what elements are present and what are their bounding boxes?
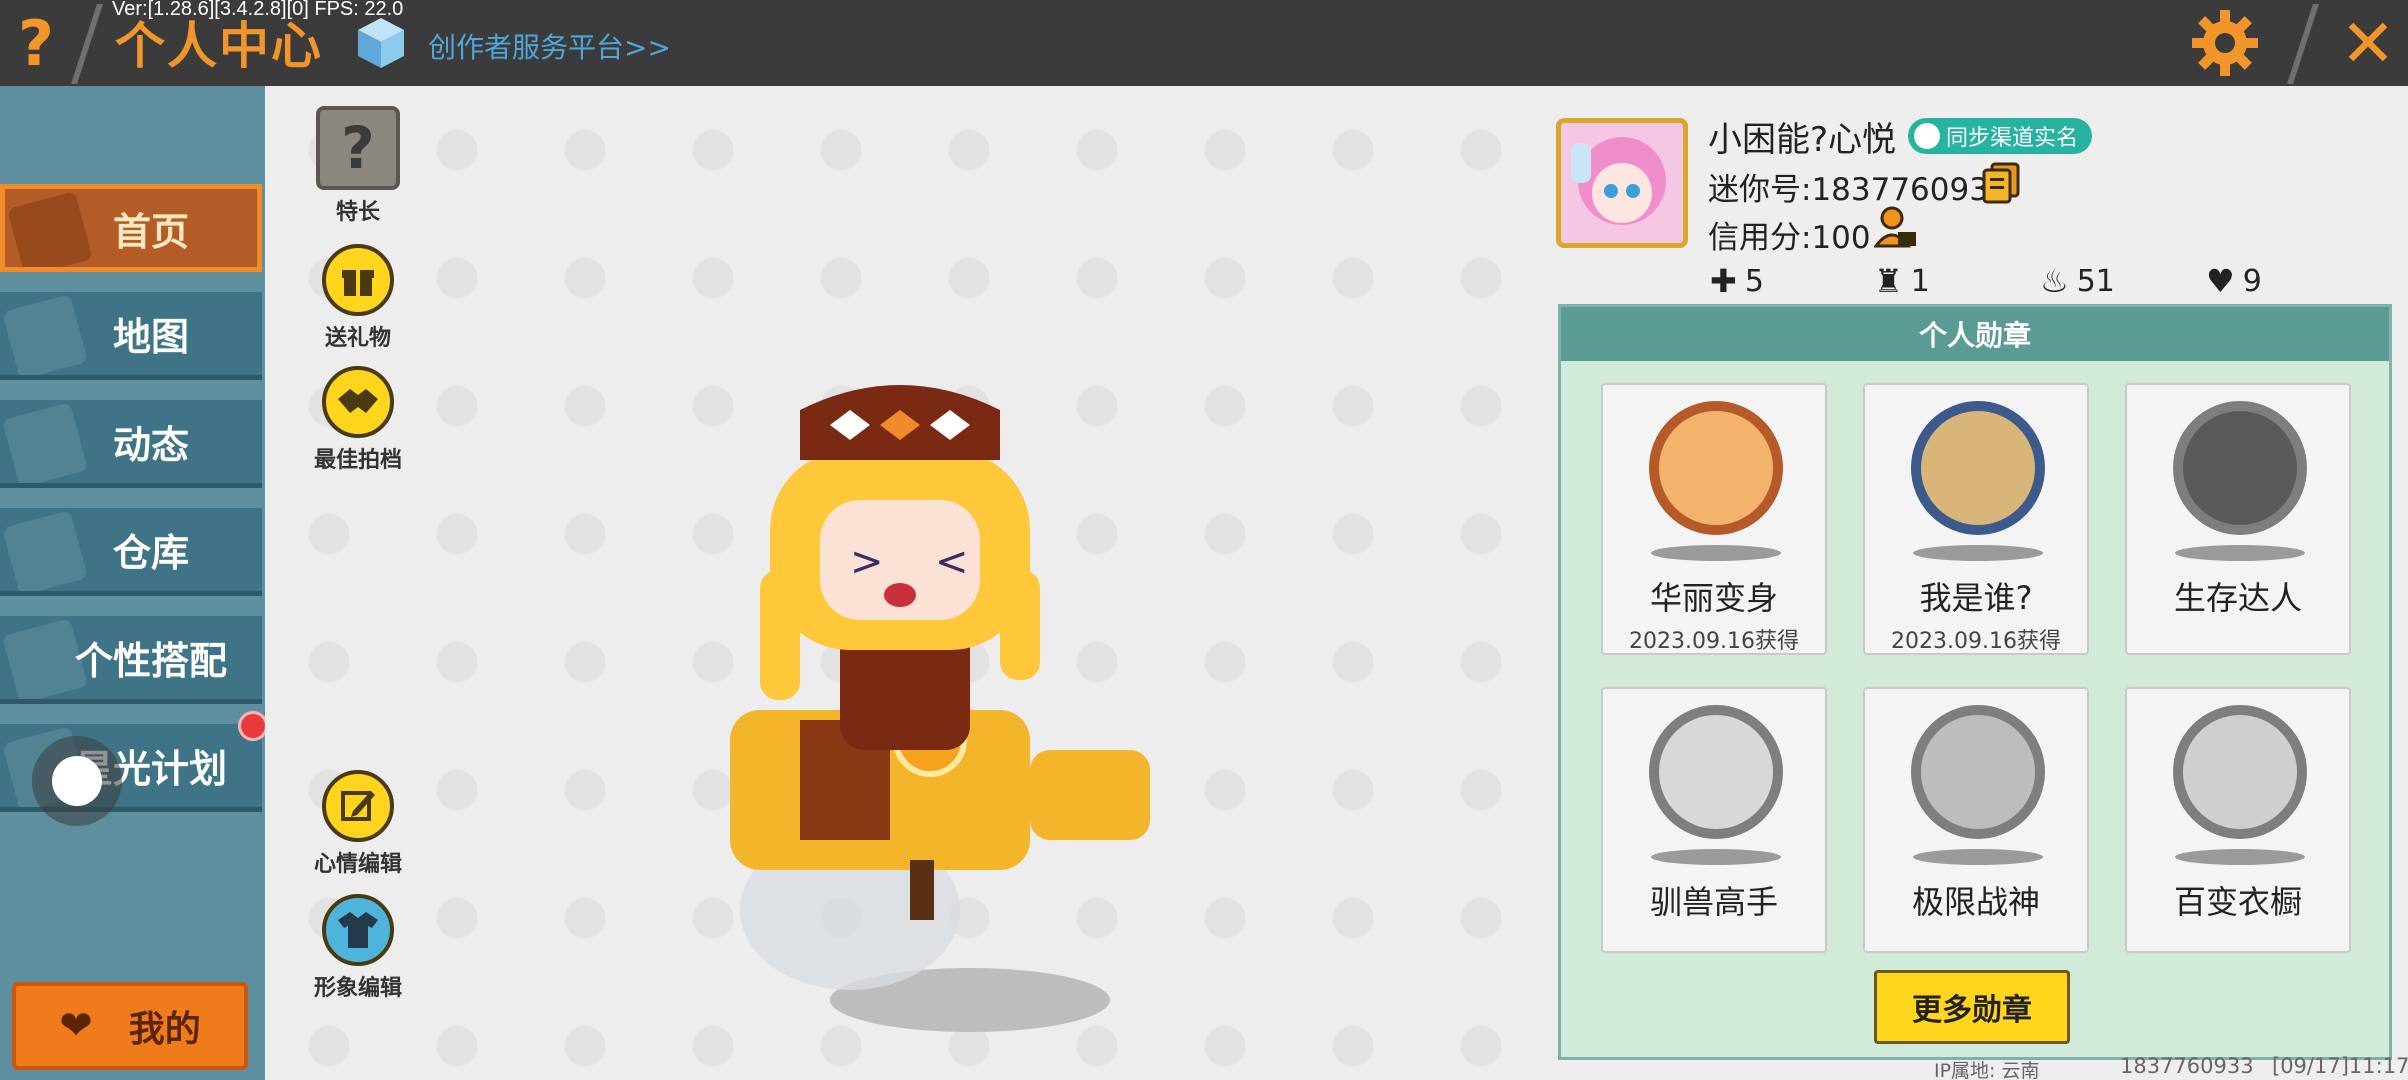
fans-icon: ♜ <box>1874 262 1903 300</box>
warehouse-icon <box>2 510 88 591</box>
best-partner-button[interactable]: 最佳拍档 <box>298 366 418 474</box>
gift-label: 送礼物 <box>324 326 391 351</box>
sidebar-item-home[interactable]: 首页 <box>0 184 262 272</box>
gift-icon <box>322 244 394 316</box>
friends-stat[interactable]: ✚ 5 <box>1710 262 1764 300</box>
friends-count: 5 <box>1744 263 1764 299</box>
map-icon <box>2 294 88 375</box>
fire-icon: ♨ <box>2040 262 2069 300</box>
medal-panel-header: 个人勋章 <box>1561 307 2389 361</box>
sidebar-item-label: 地图 <box>112 315 189 359</box>
user-verify-icon <box>1914 123 1940 149</box>
cube-icon[interactable] <box>356 16 406 70</box>
medal-icon <box>1649 401 1783 535</box>
handshake-icon <box>322 366 394 438</box>
mini-id: 迷你号:1837760933 <box>1708 172 2009 208</box>
medal-card[interactable]: 华丽变身 2023.09.16获得 <box>1601 383 1827 655</box>
floating-assistive-button[interactable] <box>32 736 122 826</box>
medal-card[interactable]: 百变衣橱 <box>2125 687 2351 953</box>
image-edit-label: 形象编辑 <box>313 976 402 1001</box>
bell-icon <box>2 402 88 483</box>
help-button[interactable]: ? <box>0 0 72 86</box>
fans-count: 1 <box>1910 263 1930 299</box>
sidebar-item-outfit[interactable]: 个性搭配 <box>0 616 262 704</box>
top-bar: ? 个人中心 Ver:[1.28.6][3.4.2.8][0] FPS: 22.… <box>0 0 2408 86</box>
medal-name: 我是谁? <box>1919 579 2033 617</box>
fans-stat[interactable]: ♜ 1 <box>1874 262 1930 300</box>
likes-count: 9 <box>2242 263 2262 299</box>
talent-label: 特长 <box>335 200 380 225</box>
add-friend-icon: ✚ <box>1710 262 1737 300</box>
image-edit-button[interactable]: 形象编辑 <box>298 894 418 1002</box>
medal-shadow <box>2175 849 2305 865</box>
medal-icon <box>2173 705 2307 839</box>
medal-name: 百变衣橱 <box>2173 883 2302 921</box>
divider <box>2287 4 2319 84</box>
divider <box>71 4 103 84</box>
sidebar-item-map[interactable]: 地图 <box>0 292 262 380</box>
sidebar-item-label: 仓库 <box>112 531 189 575</box>
character-body: > < <box>760 385 1040 750</box>
home-icon <box>7 191 93 267</box>
verify-badge-label: 同步渠道实名 <box>1946 126 2079 151</box>
question-box-icon: ? <box>316 106 400 190</box>
medal-shadow <box>1651 545 1781 561</box>
hearts-icon: ♥ <box>2206 262 2235 300</box>
verify-badge[interactable]: 同步渠道实名 <box>1908 118 2093 154</box>
svg-text:<: < <box>935 539 969 585</box>
close-button[interactable]: ✕ <box>2328 0 2408 86</box>
footer-timestamp: [09/17]11:17 0 <box>2272 1054 2408 1080</box>
shirt-icon <box>322 894 394 966</box>
medal-name: 极限战神 <box>1911 883 2040 921</box>
medal-card[interactable]: 极限战神 <box>1863 687 2089 953</box>
credit-user-icon[interactable] <box>1874 206 1918 250</box>
heart-icon: ❤ <box>59 1003 93 1049</box>
talent-button[interactable]: ? 特长 <box>298 106 418 226</box>
medal-icon <box>2173 401 2307 535</box>
likes-stat[interactable]: ♥ 9 <box>2206 262 2262 300</box>
popularity-stat[interactable]: ♨ 51 <box>2040 262 2115 300</box>
medal-shadow <box>1913 545 2043 561</box>
creator-platform-link[interactable]: 创作者服务平台>> <box>428 26 671 66</box>
mine-label: 我的 <box>128 1009 201 1050</box>
sidebar-item-warehouse[interactable]: 仓库 <box>0 508 262 596</box>
medal-icon <box>1911 401 2045 535</box>
svg-text:>: > <box>850 539 884 585</box>
medal-name: 驯兽高手 <box>1649 883 1778 921</box>
footer-user-id: 1837760933 <box>2120 1054 2254 1078</box>
send-gift-button[interactable]: 送礼物 <box>298 244 418 352</box>
medal-shadow <box>1913 849 2043 865</box>
medal-name: 生存达人 <box>2173 579 2302 617</box>
popularity-count: 51 <box>2076 263 2115 299</box>
username: 小困能?心悦 <box>1708 120 1897 160</box>
medal-card[interactable]: 我是谁? 2023.09.16获得 <box>1863 383 2089 655</box>
gear-icon[interactable] <box>2190 8 2260 78</box>
sidebar-item-label: 首页 <box>112 209 189 254</box>
medal-panel: 个人勋章 华丽变身 2023.09.16获得 我是谁? 2023.09.16获得… <box>1558 304 2392 1060</box>
ip-location: IP属地: 云南 <box>1934 1060 2040 1080</box>
medal-icon <box>1649 705 1783 839</box>
medal-name: 华丽变身 <box>1649 579 1778 617</box>
mood-edit-label: 心情编辑 <box>313 852 402 877</box>
best-partner-label: 最佳拍档 <box>313 448 402 473</box>
sidebar-item-label: 个性搭配 <box>74 639 227 683</box>
medal-date: 2023.09.16获得 <box>1891 629 2061 654</box>
character-avatar[interactable]: > < <box>700 350 1180 1050</box>
medal-shadow <box>1651 849 1781 865</box>
sidebar-item-label: 动态 <box>112 423 189 467</box>
edit-icon <box>322 770 394 842</box>
sidebar-item-feed[interactable]: 动态 <box>0 400 262 488</box>
medal-card[interactable]: 驯兽高手 <box>1601 687 1827 953</box>
medal-card[interactable]: 生存达人 <box>2125 383 2351 655</box>
avatar[interactable] <box>1556 118 1688 248</box>
medal-shadow <box>2175 545 2305 561</box>
mood-edit-button[interactable]: 心情编辑 <box>298 770 418 878</box>
copy-icon[interactable] <box>1982 162 2020 204</box>
notification-dot <box>238 711 268 741</box>
credit-score: 信用分:100 <box>1708 220 1871 256</box>
medal-icon <box>1911 705 2045 839</box>
medal-date: 2023.09.16获得 <box>1629 629 1799 654</box>
mine-button[interactable]: ❤ 我的 <box>12 982 248 1070</box>
more-medals-button[interactable]: 更多勋章 <box>1874 970 2070 1044</box>
